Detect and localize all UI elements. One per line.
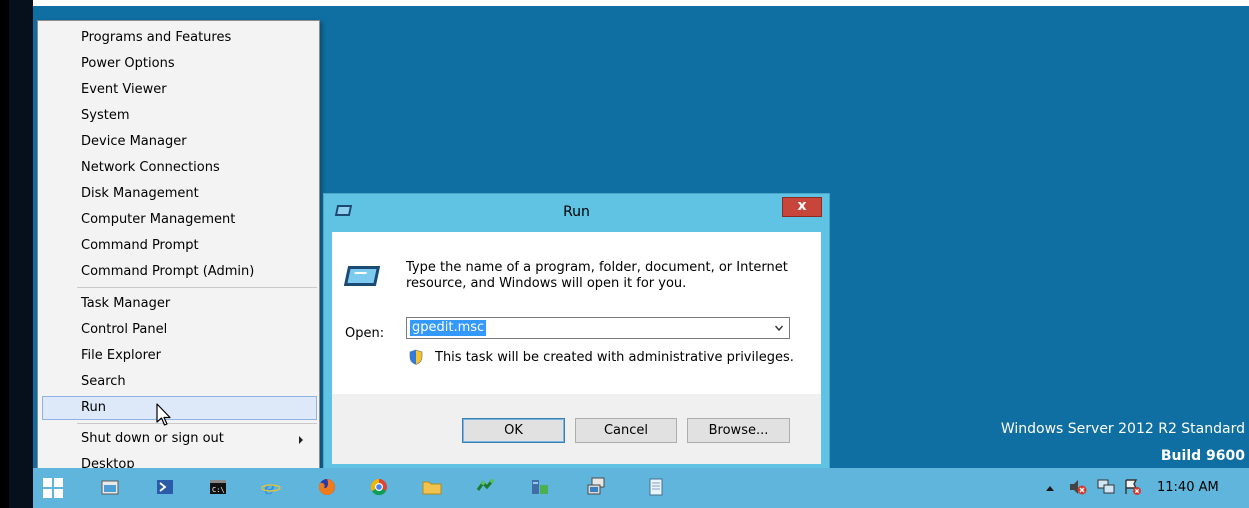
dialog-title: Run: [563, 204, 590, 220]
powershell-icon[interactable]: [154, 476, 176, 498]
menu-item-computer-management[interactable]: Computer Management: [42, 208, 317, 232]
taskbar: C:\ e 11:40 AM: [33, 468, 1249, 508]
notepad-icon[interactable]: [645, 476, 667, 498]
menu-item-event-viewer[interactable]: Event Viewer: [42, 78, 317, 102]
menu-item-power-options[interactable]: Power Options: [42, 52, 317, 76]
menu-item-command-prompt-admin[interactable]: Command Prompt (Admin): [42, 260, 317, 284]
open-label: Open:: [345, 326, 385, 341]
start-button[interactable]: [43, 478, 63, 498]
run-description: Type the name of a program, folder, docu…: [406, 260, 788, 291]
os-watermark-edition: Windows Server 2012 R2 Standard: [1000, 421, 1245, 437]
browse-button[interactable]: Browse...: [687, 418, 790, 443]
cancel-button[interactable]: Cancel: [575, 418, 677, 443]
chevron-down-icon[interactable]: [775, 324, 783, 332]
screen-border-left: [0, 0, 9, 508]
show-hidden-icons-icon[interactable]: [1046, 486, 1054, 491]
submenu-arrow-icon: [299, 436, 303, 444]
winx-menu: Programs and Features Power Options Even…: [37, 20, 320, 481]
menu-item-command-prompt[interactable]: Command Prompt: [42, 234, 317, 258]
network-tool-icon[interactable]: [475, 476, 497, 498]
file-explorer-icon[interactable]: [99, 476, 121, 498]
menu-separator: [77, 287, 317, 288]
menu-item-device-manager[interactable]: Device Manager: [42, 130, 317, 154]
run-dialog: Run x Type the name of a program, folder…: [323, 193, 830, 471]
open-combobox[interactable]: gpedit.msc: [406, 317, 790, 339]
cmd-icon[interactable]: C:\: [207, 476, 229, 498]
open-input-selected-text[interactable]: gpedit.msc: [410, 320, 487, 336]
menu-item-control-panel[interactable]: Control Panel: [42, 318, 317, 342]
screen-border-dark: [9, 0, 33, 508]
menu-item-file-explorer[interactable]: File Explorer: [42, 344, 317, 368]
remote-desktop-icon[interactable]: [586, 476, 608, 498]
chrome-icon[interactable]: [368, 476, 390, 498]
close-button[interactable]: x: [782, 197, 822, 217]
menu-item-shut-down-or-sign-out[interactable]: Shut down or sign out: [42, 427, 317, 451]
menu-item-programs-and-features[interactable]: Programs and Features: [42, 26, 317, 50]
menu-item-run[interactable]: Run: [42, 396, 317, 420]
uac-shield-icon: [409, 349, 423, 365]
mouse-cursor-icon: [156, 403, 171, 426]
menu-item-task-manager[interactable]: Task Manager: [42, 292, 317, 316]
menu-item-system[interactable]: System: [42, 104, 317, 128]
menu-item-label: Shut down or sign out: [81, 431, 224, 446]
taskbar-clock[interactable]: 11:40 AM: [1157, 480, 1219, 495]
admin-privileges-note: This task will be created with administr…: [435, 350, 794, 365]
svg-text:e: e: [264, 478, 275, 497]
action-center-icon[interactable]: [1122, 476, 1144, 498]
menu-item-network-connections[interactable]: Network Connections: [42, 156, 317, 180]
menu-item-search[interactable]: Search: [42, 370, 317, 394]
run-program-icon: [343, 266, 381, 286]
ok-button[interactable]: OK: [462, 418, 565, 443]
run-content: Type the name of a program, folder, docu…: [332, 232, 821, 394]
menu-separator: [77, 423, 317, 424]
svg-text:C:\: C:\: [212, 486, 225, 494]
run-button-bar: OK Cancel Browse...: [332, 394, 821, 464]
os-watermark-build: Build 9600: [1160, 448, 1245, 464]
network-icon[interactable]: [1095, 476, 1117, 498]
server-manager-icon[interactable]: [529, 476, 551, 498]
internet-explorer-icon[interactable]: e: [260, 476, 282, 498]
menu-item-disk-management[interactable]: Disk Management: [42, 182, 317, 206]
volume-muted-icon[interactable]: [1067, 476, 1089, 498]
firefox-icon[interactable]: [316, 476, 338, 498]
run-titlebar[interactable]: Run x: [324, 194, 829, 232]
folder-icon[interactable]: [421, 476, 443, 498]
